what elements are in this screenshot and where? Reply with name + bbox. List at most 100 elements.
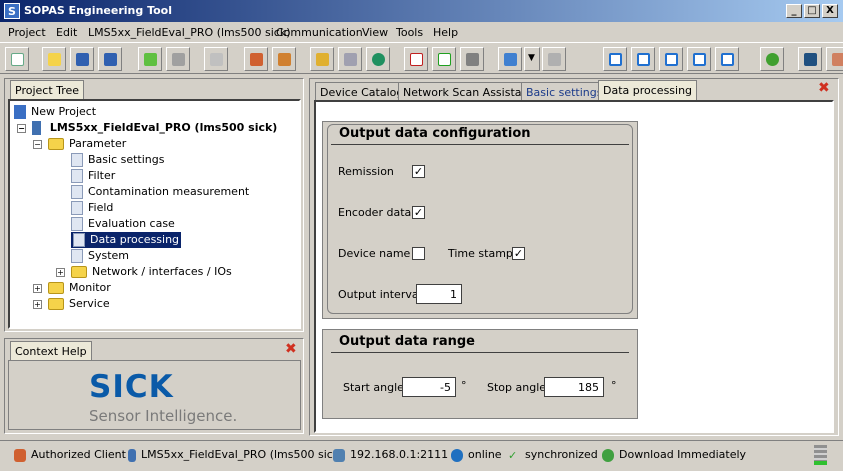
app-icon: S [4, 3, 20, 19]
memory-indicator-icon [814, 445, 827, 465]
folder-icon [48, 282, 64, 294]
tab-data-processing[interactable]: Data processing [598, 80, 698, 101]
device-icon [32, 121, 41, 135]
tab-network-scan-assistant[interactable]: Network Scan Assistant [398, 82, 538, 101]
page-icon [71, 169, 83, 183]
tree-service[interactable]: + Service [33, 296, 110, 312]
menu-edit[interactable]: Edit [56, 26, 77, 39]
layout-single-icon[interactable] [603, 47, 627, 71]
menu-project[interactable]: Project [8, 26, 46, 39]
page-icon [73, 233, 85, 247]
output-config-group: Output data configuration Remission ✓ En… [322, 121, 638, 319]
new-button[interactable] [5, 47, 29, 71]
group-title: Output data range [339, 334, 475, 349]
remission-label: Remission [338, 165, 394, 178]
layout-horizontal-icon[interactable] [631, 47, 655, 71]
time-stamp-label: Time stamp [448, 247, 513, 260]
menu-view[interactable]: View [362, 26, 388, 39]
logout-icon[interactable] [272, 47, 296, 71]
save-icon[interactable] [70, 47, 94, 71]
collapse-icon[interactable]: − [33, 139, 42, 149]
tab-device-catalog[interactable]: Device Catalog [315, 82, 409, 101]
sick-tagline: Sensor Intelligence. [89, 407, 238, 425]
tree-item[interactable]: Field [71, 200, 113, 216]
device-catalog-icon[interactable] [310, 47, 334, 71]
tree-item[interactable]: Contamination measurement [71, 184, 249, 200]
status-sync: ✓ synchronized [508, 448, 598, 462]
forward-icon[interactable] [166, 47, 190, 71]
maximize-button[interactable]: □ [804, 4, 820, 18]
tree-item[interactable]: Evaluation case [71, 216, 175, 232]
tree-label: LMS5xx_FieldEval_PRO (lms500 sick) [49, 121, 278, 134]
encoder-checkbox[interactable]: ✓ [412, 206, 425, 219]
collapse-icon[interactable]: − [17, 123, 26, 133]
tab-basic-settings[interactable]: Basic settings [521, 82, 608, 101]
network-icon[interactable] [798, 47, 822, 71]
help-icon[interactable] [760, 47, 784, 71]
connect-icon[interactable] [338, 47, 362, 71]
scan-icon[interactable] [366, 47, 390, 71]
tree-root[interactable]: New Project [14, 104, 96, 120]
minimize-button[interactable]: _ [786, 4, 802, 18]
user-icon[interactable] [826, 47, 843, 71]
download-icon[interactable] [404, 47, 428, 71]
output-interval-input[interactable]: 1 [416, 284, 462, 304]
globe-icon [451, 448, 463, 462]
remission-checkbox[interactable]: ✓ [412, 165, 425, 178]
status-bar: Authorized Client LMS5xx_FieldEval_PRO (… [0, 440, 843, 468]
tree-item-selected[interactable]: Data processing [71, 232, 182, 248]
page-icon [71, 185, 83, 199]
layout-vertical-icon[interactable] [659, 47, 683, 71]
tree-label: Contamination measurement [88, 185, 250, 198]
cable-icon [333, 448, 345, 462]
device-icon [128, 448, 136, 462]
tree-item[interactable]: Filter [71, 168, 115, 184]
device-name-label: Device name [338, 247, 411, 260]
tree-label: Evaluation case [88, 217, 175, 230]
login-icon[interactable] [244, 47, 268, 71]
back-icon[interactable] [138, 47, 162, 71]
tab-context-help[interactable]: Context Help [10, 341, 92, 360]
device-name-checkbox[interactable] [412, 247, 425, 260]
link-icon[interactable] [460, 47, 484, 71]
stop-angle-input[interactable]: 185 [544, 377, 604, 397]
layout-four-icon[interactable] [715, 47, 739, 71]
menu-bar: Project Edit LMS5xx_FieldEval_PRO (lms50… [0, 22, 843, 42]
start-angle-input[interactable]: -5 [402, 377, 456, 397]
tree-item[interactable]: System [71, 248, 129, 264]
upload-icon[interactable] [432, 47, 456, 71]
menu-help[interactable]: Help [433, 26, 458, 39]
tree-network[interactable]: + Network / interfaces / IOs [56, 264, 232, 280]
menu-device[interactable]: LMS5xx_FieldEval_PRO (lms500 sick) [88, 26, 290, 39]
start-angle-unit: ° [461, 379, 467, 392]
tree-label: Data processing [90, 233, 180, 246]
project-tree: New Project − LMS5xx_FieldEval_PRO (lms5… [8, 99, 301, 329]
tree-label: Monitor [69, 281, 111, 294]
close-help-icon[interactable]: ✖ [285, 341, 297, 357]
expand-icon[interactable]: + [33, 299, 42, 309]
undo-icon[interactable] [498, 47, 522, 71]
output-interval-label: Output interval [338, 288, 422, 301]
redo-icon[interactable] [542, 47, 566, 71]
expand-icon[interactable]: + [33, 283, 42, 293]
status-connection: online [451, 448, 502, 462]
print-icon[interactable] [204, 47, 228, 71]
expand-icon[interactable]: + [56, 267, 65, 277]
tree-parameter[interactable]: − Parameter [33, 136, 126, 152]
save-as-icon[interactable] [98, 47, 122, 71]
menu-tools[interactable]: Tools [396, 26, 423, 39]
open-icon[interactable] [42, 47, 66, 71]
layout-three-icon[interactable] [687, 47, 711, 71]
tree-item[interactable]: Basic settings [71, 152, 164, 168]
undo-dropdown-icon[interactable]: ▼ [524, 47, 540, 71]
menu-communication[interactable]: Communication [276, 26, 363, 39]
close-tab-icon[interactable]: ✖ [818, 80, 830, 96]
tree-monitor[interactable]: + Monitor [33, 280, 111, 296]
user-icon [14, 448, 26, 462]
close-button[interactable]: X [822, 4, 838, 18]
context-help-content: SICK Sensor Intelligence. [8, 360, 301, 430]
tree-device[interactable]: − LMS5xx_FieldEval_PRO (lms500 sick) [17, 120, 277, 136]
tab-project-tree[interactable]: Project Tree [10, 80, 85, 99]
group-title: Output data configuration [339, 126, 531, 141]
time-stamp-checkbox[interactable]: ✓ [512, 247, 525, 260]
